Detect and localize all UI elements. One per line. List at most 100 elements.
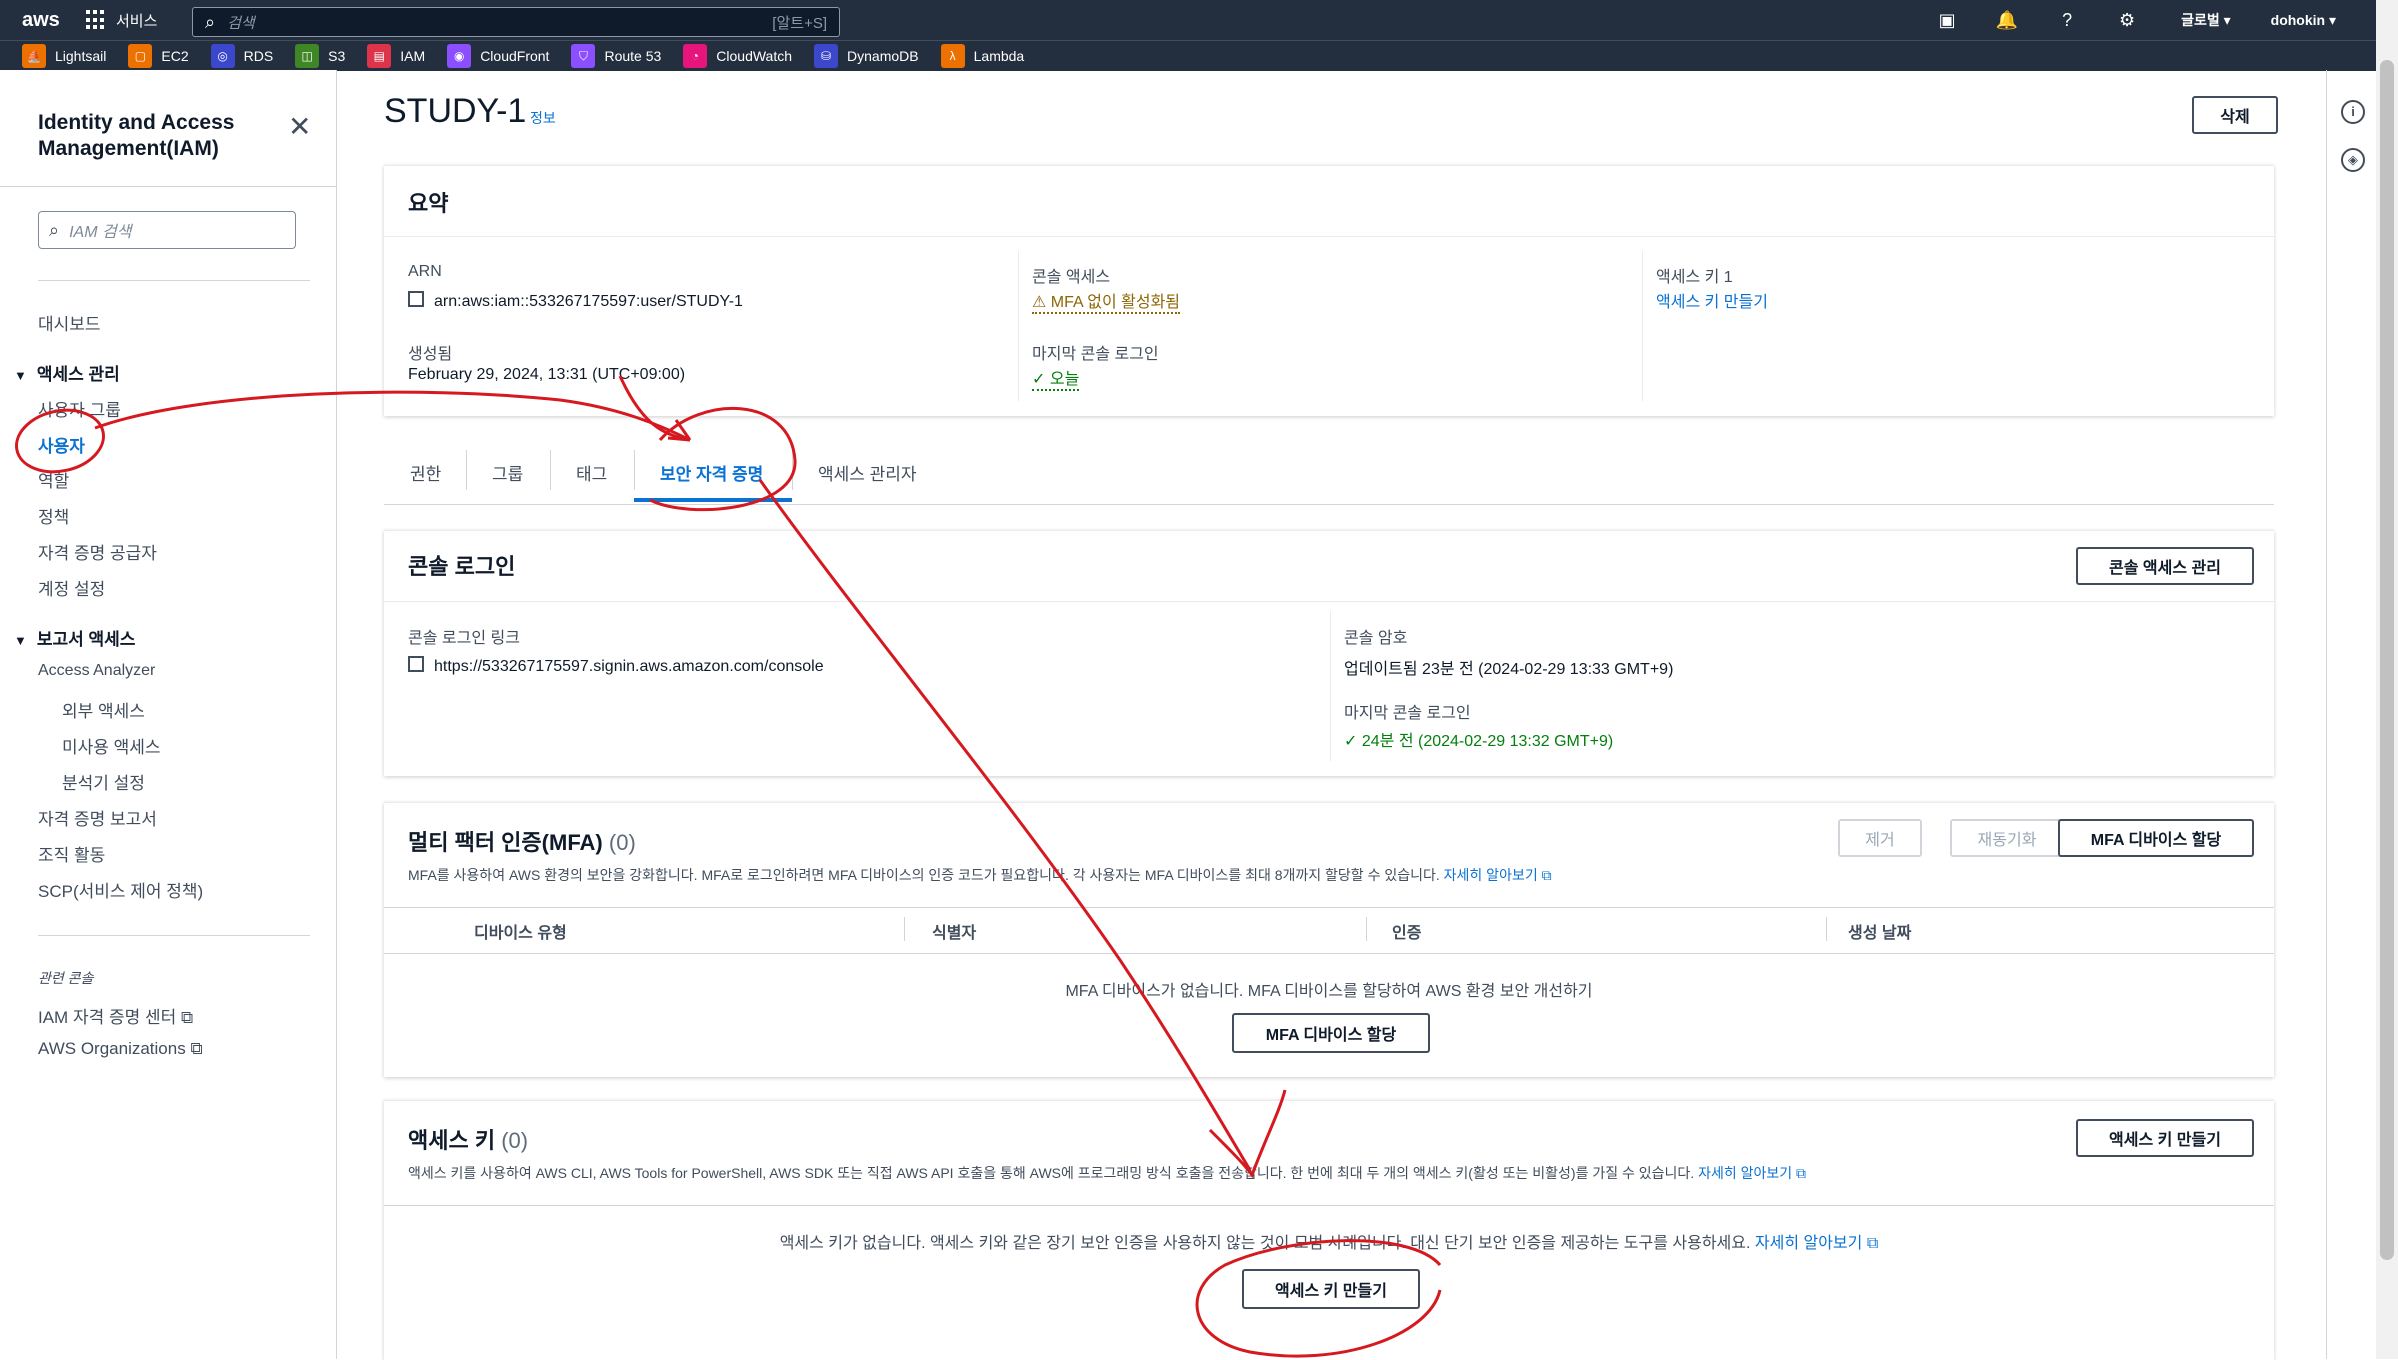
cloudfront-icon: ◉ — [447, 44, 472, 68]
assign-mfa-device-button[interactable]: MFA 디바이스 할당 — [2058, 819, 2254, 857]
learn-more-link[interactable]: 자세히 알아보기 ⧉ — [1755, 1235, 1878, 1252]
search-shortcut: [알트+S] — [772, 14, 827, 32]
copy-icon[interactable] — [408, 291, 424, 307]
manage-console-access-button[interactable]: 콘솔 액세스 관리 — [2076, 547, 2254, 585]
resync-button[interactable]: 재동기화 — [1950, 819, 2064, 857]
access-keys-card: 액세스 키 (0) 액세스 키 만들기 액세스 키를 사용하여 AWS CLI,… — [384, 1100, 2274, 1360]
services-label: 서비스 — [116, 12, 158, 30]
global-search-input[interactable]: ⌕ 검색 [알트+S] — [192, 7, 840, 37]
favorite-label: CloudFront — [480, 48, 550, 64]
sidebar-item-roles[interactable]: 역할 — [38, 467, 69, 492]
search-placeholder: 검색 — [227, 14, 255, 32]
favorite-ec2[interactable]: ▢ EC2 — [128, 44, 189, 68]
divider — [384, 601, 2274, 602]
tab-tags[interactable]: 태그 — [576, 460, 607, 485]
mfa-count: (0) — [608, 830, 636, 855]
create-access-key-center-button[interactable]: 액세스 키 만들기 — [1242, 1269, 1420, 1309]
remove-button[interactable]: 제거 — [1838, 819, 1922, 857]
sidebar-item-user-groups[interactable]: 사용자 그룹 — [38, 396, 121, 421]
console-login-link-label: 콘솔 로그인 링크 — [408, 630, 520, 647]
sidebar-item-dashboard[interactable]: 대시보드 — [38, 310, 101, 335]
copy-icon[interactable] — [408, 656, 424, 672]
sidebar-item-users[interactable]: 사용자 — [38, 432, 85, 457]
lambda-icon: λ — [940, 44, 965, 68]
sidebar-item-unused-access[interactable]: 미사용 액세스 — [62, 733, 161, 758]
column-divider — [1366, 917, 1367, 941]
arn-value: arn:aws:iam::533267175597:user/STUDY-1 — [408, 290, 743, 311]
favorite-s3[interactable]: ◫ S3 — [295, 44, 345, 68]
tab-permissions[interactable]: 권한 — [410, 460, 441, 485]
section-label: 액세스 관리 — [36, 365, 120, 384]
favorite-lightsail[interactable]: ⛵ Lightsail — [22, 44, 106, 68]
account-menu[interactable]: dohokin ▾ — [2271, 12, 2336, 29]
sidebar-link-iam-identity-center[interactable]: IAM 자격 증명 센터 ⧉ — [38, 1003, 193, 1028]
tab-security-credentials[interactable]: 보안 자격 증명 — [660, 460, 763, 485]
divider — [1330, 611, 1331, 761]
sidebar-item-analyzer-settings[interactable]: 분석기 설정 — [62, 769, 145, 794]
sidebar-item-policies[interactable]: 정책 — [38, 503, 69, 528]
services-menu-button[interactable]: 서비스 — [86, 10, 157, 31]
tab-access-advisor[interactable]: 액세스 관리자 — [818, 460, 917, 485]
favorite-route53[interactable]: ⛉ Route 53 — [571, 44, 661, 68]
notifications-bell-icon[interactable]: 🔔 — [1977, 10, 2037, 31]
scrollbar-thumb[interactable] — [2380, 60, 2394, 1260]
caret-down-icon: ▼ — [14, 633, 27, 648]
column-header-device-type[interactable]: 디바이스 유형 — [474, 919, 567, 943]
column-header-created-date[interactable]: 생성 날짜 — [1848, 919, 1911, 943]
favorite-label: IAM — [400, 48, 426, 64]
create-access-key-link[interactable]: 액세스 키 만들기 — [1656, 288, 1768, 312]
favorite-lambda[interactable]: λ Lambda — [940, 44, 1024, 68]
divider — [38, 280, 310, 281]
sidebar-item-scp[interactable]: SCP(서비스 제어 정책) — [38, 877, 203, 902]
sidebar-item-account-settings[interactable]: 계정 설정 — [38, 575, 105, 600]
top-navigation-bar: aws 서비스 ⌕ 검색 [알트+S] ▣ 🔔 ? ⚙ 글로벌 ▾ dohoki… — [0, 0, 2376, 40]
sidebar-item-external-access[interactable]: 외부 액세스 — [62, 697, 145, 722]
link-label: 자세히 알아보기 — [1754, 1235, 1863, 1252]
favorite-dynamodb[interactable]: ⛁ DynamoDB — [814, 44, 919, 68]
learn-more-link[interactable]: 자세히 알아보기 ⧉ — [1698, 1165, 1806, 1181]
page-scrollbar[interactable] — [2376, 0, 2398, 1359]
favorite-rds[interactable]: ◎ RDS — [210, 44, 274, 68]
create-access-key-button[interactable]: 액세스 키 만들기 — [2076, 1119, 2254, 1157]
sidebar-item-identity-providers[interactable]: 자격 증명 공급자 — [38, 539, 157, 564]
sidebar-section-access-management[interactable]: ▼ 액세스 관리 — [14, 360, 120, 385]
sidebar-item-access-analyzer[interactable]: Access Analyzer — [38, 662, 155, 680]
sidebar-title: Identity and Access Management(IAM) — [38, 111, 235, 160]
info-link[interactable]: 정보 — [530, 108, 556, 128]
mfa-card: 멀티 팩터 인증(MFA) (0) 제거 재동기화 MFA 디바이스 할당 MF… — [384, 802, 2274, 1077]
aws-logo[interactable]: aws — [22, 9, 70, 32]
sidebar-link-aws-organizations[interactable]: AWS Organizations ⧉ — [38, 1039, 203, 1059]
column-header-identifier[interactable]: 식별자 — [932, 919, 976, 943]
cloudwatch-icon: ◔ — [683, 44, 708, 68]
favorite-cloudwatch[interactable]: ◔ CloudWatch — [683, 44, 792, 68]
last-console-login-status[interactable]: ✓ 오늘 — [1032, 365, 1080, 391]
delete-button[interactable]: 삭제 — [2192, 96, 2278, 134]
region-selector[interactable]: 글로벌 ▾ — [2181, 10, 2231, 30]
feedback-hexagon-icon[interactable]: ◈ — [2341, 148, 2365, 172]
favorite-label: EC2 — [161, 48, 189, 64]
iam-search-input[interactable]: ⌕ IAM 검색 — [38, 211, 296, 249]
close-icon[interactable]: ✕ — [288, 110, 311, 143]
help-icon[interactable]: ? — [2037, 10, 2097, 31]
external-link-icon: ⧉ — [1541, 867, 1552, 883]
sidebar-section-access-reports[interactable]: ▼ 보고서 액세스 — [14, 625, 135, 650]
learn-more-link[interactable]: 자세히 알아보기 ⧉ — [1444, 867, 1552, 883]
favorite-label: RDS — [243, 48, 274, 64]
tab-divider — [550, 450, 551, 490]
link-label: 자세히 알아보기 — [1698, 1165, 1793, 1181]
console-access-status[interactable]: ⚠ MFA 없이 활성화됨 — [1032, 288, 1181, 314]
sidebar-item-credential-report[interactable]: 자격 증명 보고서 — [38, 805, 157, 830]
last-console-login-label: 마지막 콘솔 로그인 — [1344, 705, 1471, 722]
info-circle-icon[interactable]: i — [2341, 100, 2365, 124]
cloudshell-icon[interactable]: ▣ — [1917, 10, 1977, 31]
tab-groups[interactable]: 그룹 — [492, 460, 523, 485]
settings-gear-icon[interactable]: ⚙ — [2097, 10, 2157, 31]
divider — [1642, 251, 1643, 401]
assign-mfa-device-center-button[interactable]: MFA 디바이스 할당 — [1232, 1013, 1430, 1053]
created-label: 생성됨 — [408, 346, 453, 363]
favorite-cloudfront[interactable]: ◉ CloudFront — [447, 44, 549, 68]
favorite-iam[interactable]: ▤ IAM — [367, 44, 425, 68]
column-header-certification[interactable]: 인증 — [1392, 919, 1421, 943]
right-utility-rail: i ◈ — [2326, 70, 2377, 1359]
sidebar-item-organization-activity[interactable]: 조직 활동 — [38, 841, 105, 866]
